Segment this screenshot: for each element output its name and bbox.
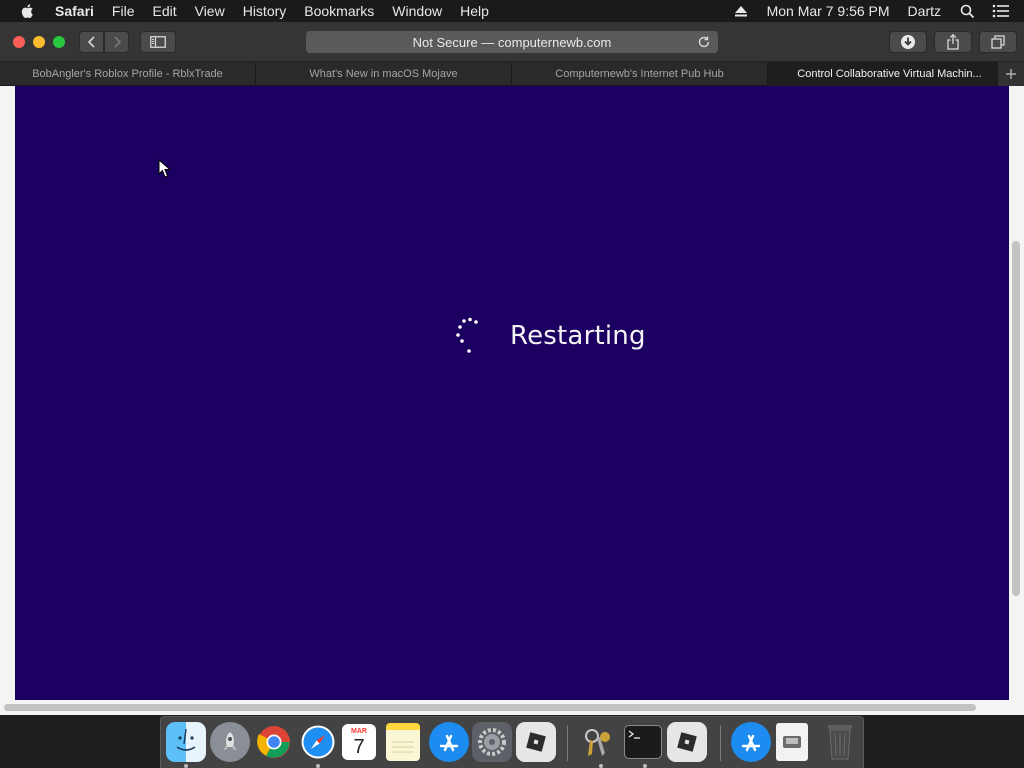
menu-view[interactable]: View: [186, 0, 234, 22]
menu-app-name[interactable]: Safari: [46, 0, 103, 22]
menu-file[interactable]: File: [103, 0, 144, 22]
back-button[interactable]: [79, 31, 104, 53]
system-preferences-icon[interactable]: [472, 722, 512, 762]
menu-user-name[interactable]: Dartz: [899, 3, 950, 19]
horizontal-scrollbar[interactable]: [4, 704, 976, 711]
running-indicator: [643, 764, 647, 768]
dock: MAR 7: [160, 716, 864, 768]
eject-icon[interactable]: [732, 2, 750, 20]
chrome-icon[interactable]: [254, 722, 294, 762]
notes-icon[interactable]: [386, 723, 420, 761]
tab-overview-icon: [991, 35, 1005, 49]
horizontal-scrollbar-track: [0, 700, 1024, 715]
plus-icon: [1006, 69, 1016, 79]
running-indicator: [316, 764, 320, 768]
menu-window[interactable]: Window: [383, 0, 451, 22]
close-window-button[interactable]: [13, 36, 25, 48]
roblox-icon[interactable]: [516, 722, 556, 762]
tab-bar: BobAngler's Roblox Profile - RblxTrade W…: [0, 62, 1024, 86]
tab-item-active[interactable]: Control Collaborative Virtual Machin...: [768, 62, 1012, 86]
calendar-icon[interactable]: MAR 7: [342, 724, 376, 760]
vm-display[interactable]: Restarting: [15, 86, 1009, 700]
tab-overview-button[interactable]: [979, 31, 1017, 53]
menu-help[interactable]: Help: [451, 0, 498, 22]
sidebar-icon: [150, 36, 166, 48]
address-text: Not Secure — computernewb.com: [412, 34, 612, 50]
address-bar[interactable]: Not Secure — computernewb.com: [306, 31, 718, 53]
vertical-scrollbar[interactable]: [1012, 241, 1020, 596]
new-tab-button[interactable]: [998, 62, 1024, 86]
launchpad-icon[interactable]: [210, 722, 250, 762]
download-icon: [901, 35, 915, 49]
safari-icon[interactable]: [298, 722, 338, 762]
terminal-icon[interactable]: [624, 725, 662, 759]
calendar-month: MAR: [351, 727, 367, 735]
tab-item[interactable]: What's New in macOS Mojave: [256, 62, 512, 86]
preview-document-icon[interactable]: [776, 723, 808, 761]
app-store-icon[interactable]: [429, 722, 469, 762]
restart-status: Restarting: [441, 316, 646, 356]
loading-spinner-icon: [456, 317, 478, 353]
minimize-window-button[interactable]: [33, 36, 45, 48]
menu-bar: Safari File Edit View History Bookmarks …: [0, 0, 1024, 22]
spotlight-search-icon[interactable]: [958, 2, 976, 20]
apple-menu-icon[interactable]: [20, 3, 36, 19]
running-indicator: [184, 764, 188, 768]
app-store-downloads-icon[interactable]: [731, 722, 771, 762]
chevron-right-icon: [113, 36, 121, 48]
keychain-access-icon[interactable]: [577, 722, 617, 762]
roblox-studio-icon[interactable]: [667, 722, 707, 762]
fullscreen-window-button[interactable]: [53, 36, 65, 48]
notification-center-icon[interactable]: [992, 2, 1010, 20]
chevron-left-icon: [87, 36, 95, 48]
downloads-button[interactable]: [889, 31, 927, 53]
menu-bar-status-area: Mon Mar 7 9:56 PM Dartz: [724, 0, 1024, 22]
menu-history[interactable]: History: [234, 0, 296, 22]
dock-separator: [720, 725, 721, 761]
menu-bookmarks[interactable]: Bookmarks: [295, 0, 383, 22]
trash-icon[interactable]: [820, 722, 860, 762]
web-content: Restarting: [0, 86, 1024, 715]
dock-separator: [567, 725, 568, 761]
calendar-day: 7: [353, 735, 365, 758]
reload-icon[interactable]: [696, 34, 712, 50]
restarting-label: Restarting: [510, 321, 646, 351]
share-button[interactable]: [934, 31, 972, 53]
menu-clock[interactable]: Mon Mar 7 9:56 PM: [758, 3, 899, 19]
menu-edit[interactable]: Edit: [143, 0, 185, 22]
tab-item[interactable]: BobAngler's Roblox Profile - RblxTrade: [0, 62, 256, 86]
mouse-cursor-icon: [158, 159, 172, 178]
finder-icon[interactable]: [166, 722, 206, 762]
share-icon: [947, 34, 959, 50]
running-indicator: [599, 764, 603, 768]
tab-item[interactable]: Computernewb's Internet Pub Hub: [512, 62, 768, 86]
sidebar-toggle-button[interactable]: [140, 31, 176, 53]
safari-toolbar: Not Secure — computernewb.com: [0, 22, 1024, 62]
forward-button[interactable]: [104, 31, 129, 53]
